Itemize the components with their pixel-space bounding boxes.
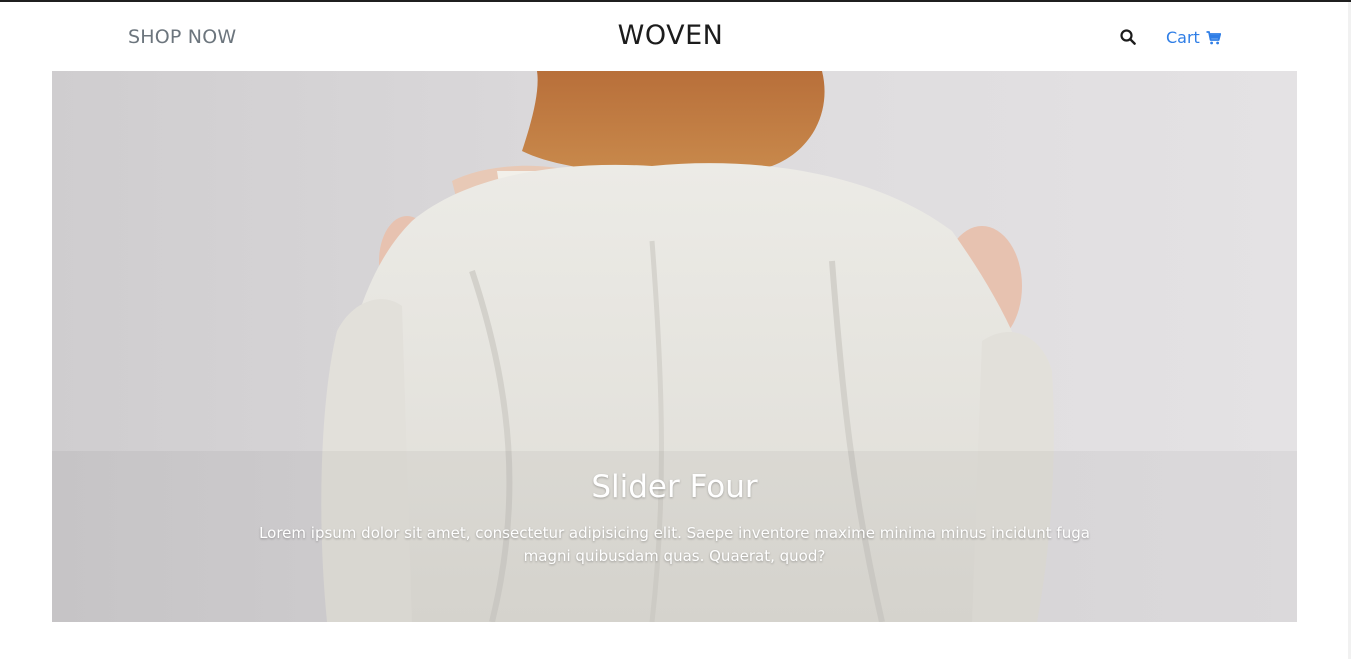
brand-logo[interactable]: WOVEN bbox=[0, 20, 1341, 51]
hero-slider[interactable]: Slider Four Lorem ipsum dolor sit amet, … bbox=[52, 71, 1297, 622]
site-header: SHOP NOW WOVEN Cart bbox=[0, 2, 1348, 71]
cart-label: Cart bbox=[1166, 28, 1200, 47]
cart-icon bbox=[1206, 30, 1221, 45]
cart-link[interactable]: Cart bbox=[1166, 28, 1221, 47]
search-icon[interactable] bbox=[1120, 29, 1138, 47]
slide-caption: Slider Four Lorem ipsum dolor sit amet, … bbox=[52, 469, 1297, 568]
slide-title: Slider Four bbox=[591, 469, 758, 505]
slide-text: Lorem ipsum dolor sit amet, consectetur … bbox=[259, 524, 1090, 565]
